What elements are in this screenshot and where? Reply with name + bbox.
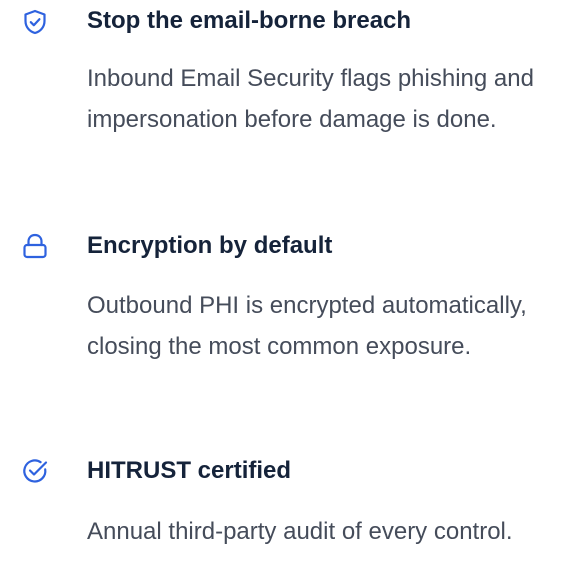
badge-check-icon [21, 457, 49, 485]
feature-description: Outbound PHI is encrypted automatically,… [87, 292, 527, 360]
feature-title: Stop the email-borne breach [87, 7, 412, 34]
shield-check-icon [21, 8, 49, 36]
feature-title: HITRUST certified [87, 457, 292, 484]
feature-description: Annual third-party audit of every contro… [87, 518, 513, 545]
feature-list: Stop the email-borne breach Inbound Emai… [0, 0, 578, 577]
feature-description: Inbound Email Security flags phishing an… [87, 65, 534, 133]
feature-title: Encryption by default [87, 232, 333, 259]
lock-icon [21, 232, 49, 260]
